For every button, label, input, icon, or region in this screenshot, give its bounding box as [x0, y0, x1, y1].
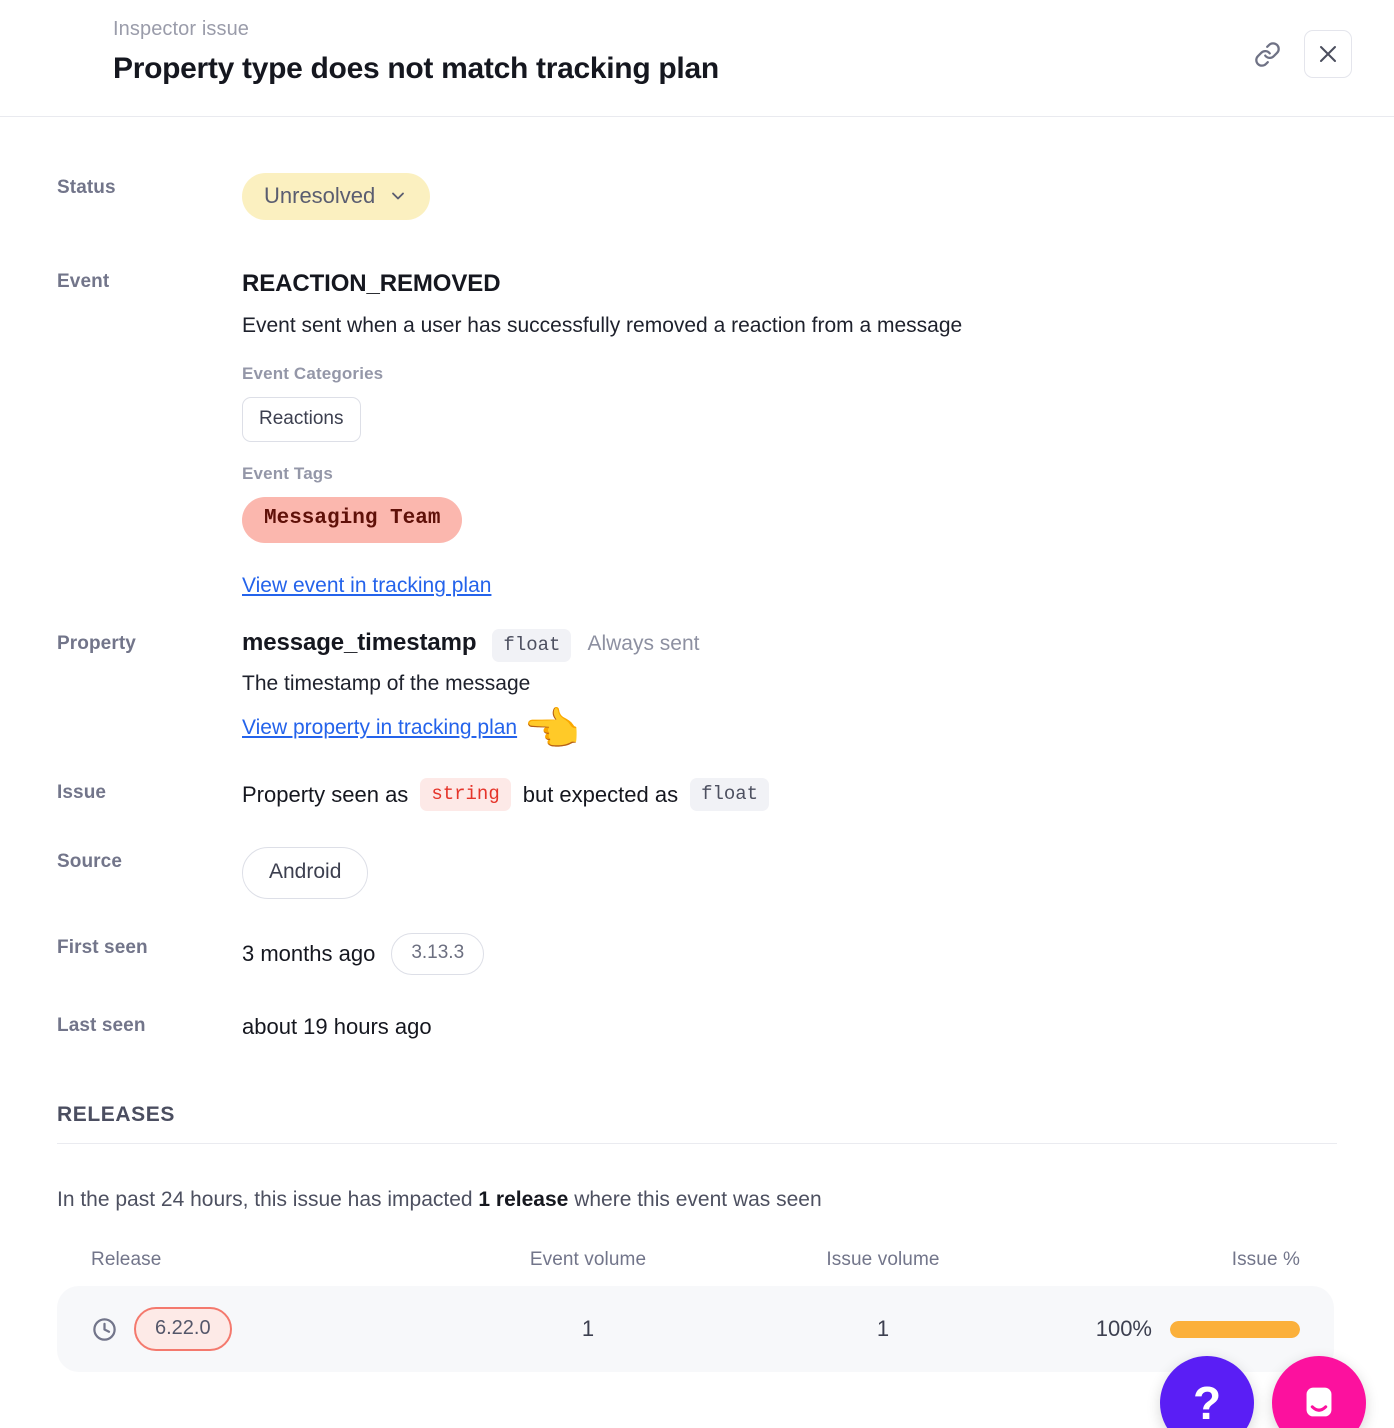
- issue-pct-progress-fill: [1170, 1320, 1300, 1338]
- field-last-seen: Last seen about 19 hours ago: [0, 1011, 1394, 1043]
- field-label-source: Source: [57, 851, 123, 872]
- chevron-down-icon: [392, 192, 405, 200]
- table-row[interactable]: 6.22.0 1 1 100%: [57, 1286, 1334, 1372]
- breadcrumb: Inspector issue: [113, 18, 250, 40]
- header-actions: [1252, 30, 1352, 78]
- field-status: Status Unresolved: [0, 173, 1394, 220]
- field-first-seen: First seen 3 months ago 3.13.3: [0, 933, 1394, 975]
- view-property-in-tracking-plan-link[interactable]: View property in tracking plan: [242, 713, 517, 743]
- panel-body: Status Unresolved Event REACTION_REMOVED…: [0, 117, 1394, 1372]
- event-name: REACTION_REMOVED: [242, 270, 501, 297]
- event-tags-list: Messaging Team: [242, 484, 1394, 543]
- event-volume-value: 1: [581, 1316, 595, 1341]
- releases-summary-highlight: 1 release: [478, 1188, 569, 1211]
- column-header-event-volume: Event volume: [529, 1249, 647, 1270]
- issue-expected-type-chip: float: [690, 778, 770, 811]
- field-issue: Issue Property seen as string but expect…: [0, 778, 1394, 811]
- release-version-badge[interactable]: 6.22.0: [134, 1307, 232, 1351]
- event-tags-label: Event Tags: [242, 464, 333, 483]
- first-seen-version-chip: 3.13.3: [391, 933, 485, 975]
- issue-seen-type-chip: string: [420, 778, 511, 811]
- event-category-chip[interactable]: Reactions: [242, 397, 361, 442]
- column-header-issue-volume: Issue volume: [826, 1249, 940, 1270]
- field-label-property: Property: [57, 633, 136, 654]
- inspector-issue-panel: Inspector issue Property type does not m…: [0, 0, 1394, 1428]
- issue-pct-value: 100%: [1095, 1316, 1152, 1341]
- issue-middle-text: but expected as: [522, 781, 679, 807]
- property-type-chip: float: [492, 629, 572, 662]
- issue-volume-value: 1: [876, 1316, 890, 1341]
- table-header-row: Release Event volume Issue volume Issue …: [57, 1249, 1334, 1271]
- link-icon: [1254, 41, 1280, 67]
- pointing-hand-icon: 👈: [523, 703, 581, 755]
- field-label-first-seen: First seen: [57, 937, 148, 958]
- field-source: Source Android: [0, 847, 1394, 899]
- releases-summary: In the past 24 hours, this issue has imp…: [57, 1185, 1337, 1215]
- event-description: Event sent when a user has successfully …: [242, 314, 963, 337]
- clock-icon: [93, 1317, 116, 1341]
- event-categories-list: Reactions: [242, 384, 1394, 442]
- property-always-sent: Always sent: [587, 632, 700, 655]
- status-value: Unresolved: [264, 183, 376, 208]
- property-description: The timestamp of the message: [242, 672, 531, 695]
- chat-launcher-button[interactable]: [1272, 1356, 1366, 1428]
- column-header-release: Release: [91, 1249, 162, 1270]
- column-header-issue-pct: Issue %: [1231, 1249, 1300, 1270]
- last-seen-value: about 19 hours ago: [242, 1014, 432, 1039]
- help-button[interactable]: ?: [1160, 1356, 1254, 1428]
- issue-prefix-text: Property seen as: [242, 781, 409, 807]
- copy-link-button[interactable]: [1252, 39, 1282, 69]
- status-dropdown[interactable]: Unresolved: [242, 173, 431, 220]
- event-categories-label: Event Categories: [242, 364, 384, 383]
- releases-summary-suffix: where this event was seen: [574, 1188, 822, 1211]
- property-name: message_timestamp: [242, 629, 477, 656]
- field-label-issue: Issue: [57, 782, 107, 803]
- help-question-icon: ?: [1192, 1377, 1222, 1428]
- field-label-last-seen: Last seen: [57, 1015, 146, 1036]
- releases-section-title: RELEASES: [57, 1103, 1337, 1144]
- releases-summary-prefix: In the past 24 hours, this issue has imp…: [57, 1188, 473, 1211]
- issue-pct-cell: 100%: [1033, 1316, 1300, 1342]
- field-label-status: Status: [57, 177, 116, 198]
- messenger-icon: [1306, 1387, 1332, 1417]
- field-label-event: Event: [57, 271, 110, 292]
- event-tag-chip[interactable]: Messaging Team: [242, 497, 463, 543]
- close-icon: [1320, 46, 1336, 62]
- release-cell: 6.22.0: [91, 1307, 443, 1351]
- source-chip[interactable]: Android: [242, 847, 369, 899]
- panel-header: Inspector issue Property type does not m…: [0, 0, 1394, 117]
- releases-section: RELEASES In the past 24 hours, this issu…: [0, 1103, 1394, 1372]
- close-button[interactable]: [1304, 30, 1352, 78]
- first-seen-value: 3 months ago: [242, 941, 376, 966]
- releases-table: Release Event volume Issue volume Issue …: [57, 1249, 1334, 1372]
- view-event-in-tracking-plan-link[interactable]: View event in tracking plan: [242, 571, 491, 601]
- field-event: Event REACTION_REMOVED Event sent when a…: [0, 267, 1394, 601]
- page-title: Property type does not match tracking pl…: [113, 52, 719, 85]
- field-property: Property message_timestamp float Always …: [0, 629, 1394, 752]
- issue-pct-progress-track: [1170, 1320, 1300, 1338]
- floating-action-buttons: ?: [1160, 1356, 1366, 1428]
